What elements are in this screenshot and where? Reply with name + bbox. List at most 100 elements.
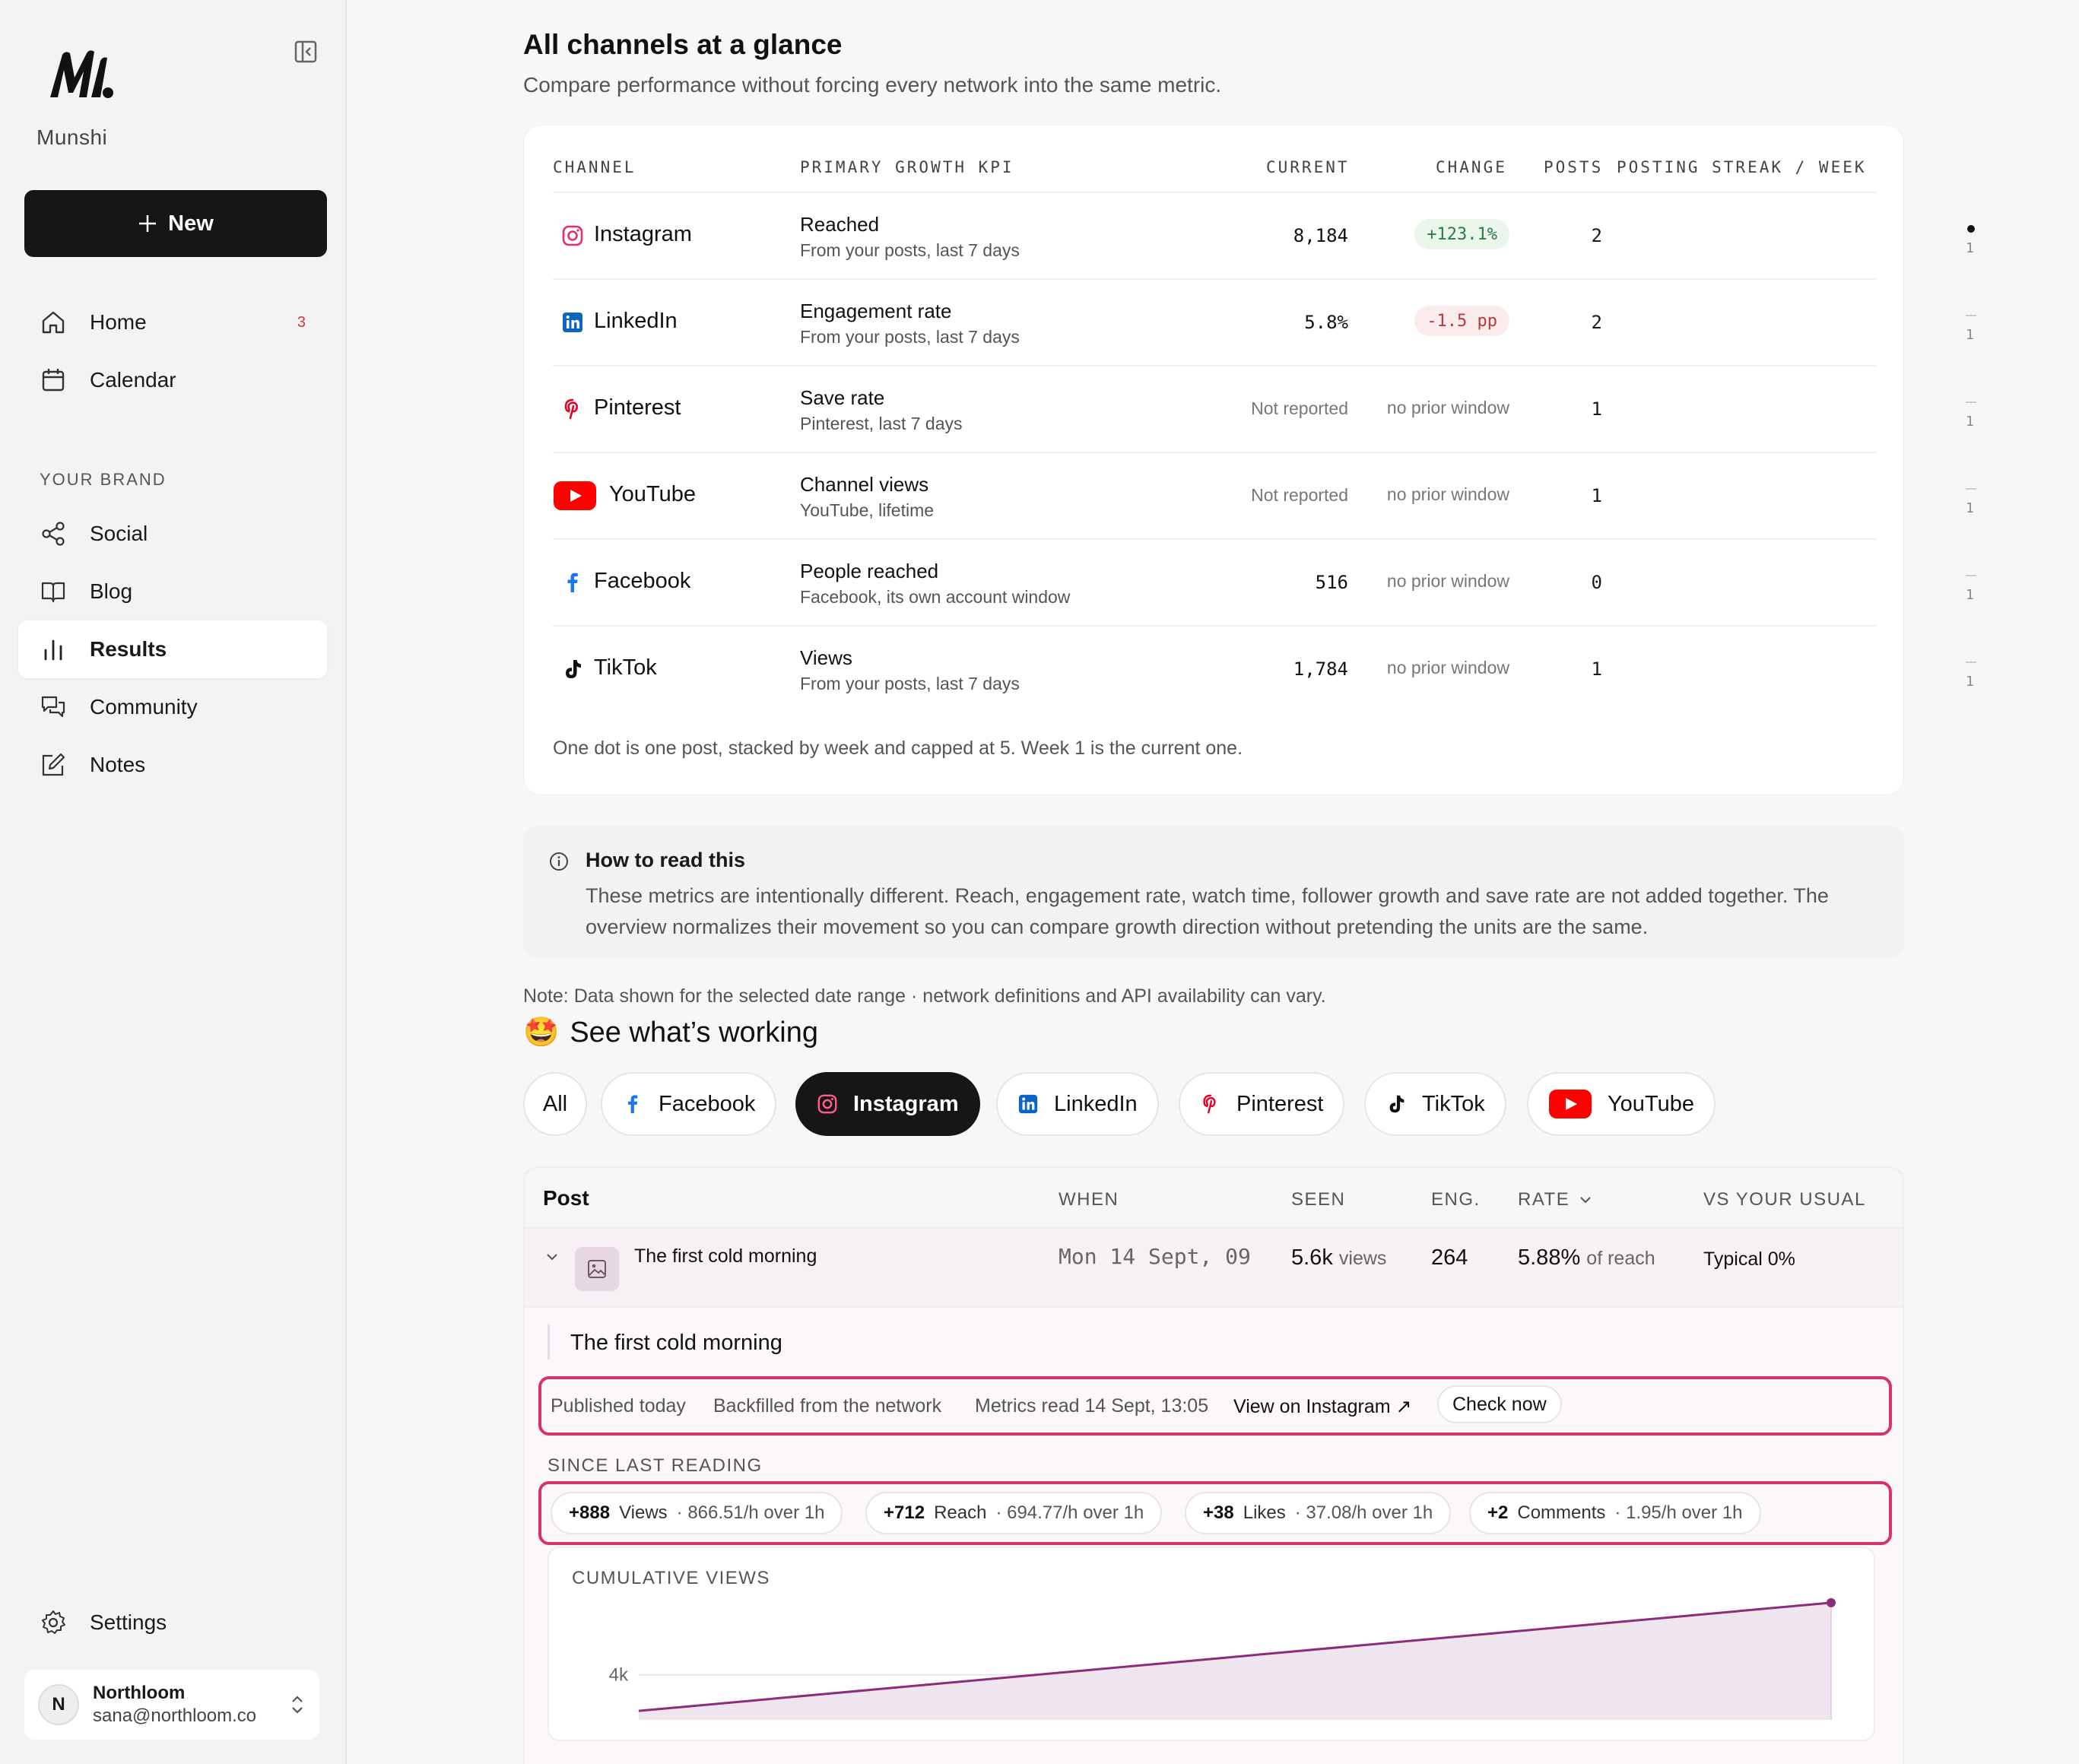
change-badge: no prior window [1386, 484, 1509, 504]
nav-item-label: Community [90, 695, 198, 719]
calendar-icon [42, 369, 65, 392]
streak-week-label: 1 [1966, 587, 1974, 603]
stat-comments: +2 Comments · 1.95/h over 1h [1469, 1492, 1761, 1534]
nav-item-label: Social [90, 522, 148, 545]
meta-backfilled: Backfilled from the network [713, 1395, 942, 1417]
kpi-subtitle: YouTube, lifetime [800, 500, 935, 520]
instagram-icon [562, 225, 583, 246]
account-switcher[interactable]: N Northloom sana@northloom.co [24, 1670, 319, 1740]
stat-views: +888 Views · 866.51/h over 1h [551, 1492, 843, 1534]
channel-row-pinterest[interactable]: Pinterest Save rate Pinterest, last 7 da… [553, 365, 1976, 452]
tiktok-icon [566, 660, 581, 678]
kpi-subtitle: Pinterest, last 7 days [800, 414, 963, 433]
overview-footnote: One dot is one post, stacked by week and… [553, 738, 1243, 759]
col-header-streak: POSTING STREAK / WEEK [1617, 158, 1867, 176]
col-header-channel: CHANNEL [553, 158, 636, 176]
filter-linkedin[interactable]: LinkedIn [996, 1072, 1159, 1136]
kpi-subtitle: From your posts, last 7 days [800, 674, 1020, 693]
filter-label: YouTube [1608, 1091, 1694, 1116]
channel-row-tiktok[interactable]: TikTok Views From your posts, last 7 day… [553, 625, 1976, 712]
munshi-logo[interactable] [47, 47, 116, 102]
col-header-kpi: PRIMARY GROWTH KPI [800, 158, 1014, 176]
post-engagement: 264 [1431, 1245, 1468, 1270]
nav-item-calendar[interactable]: Calendar [18, 351, 327, 409]
nav-item-label: Results [90, 637, 167, 661]
streak-empty-marker [1966, 575, 1976, 576]
post-seen: 5.6k views [1291, 1245, 1386, 1271]
nav-item-home[interactable]: Home 3 [18, 293, 327, 351]
filter-facebook[interactable]: Facebook [601, 1072, 777, 1136]
nav-item-label: Settings [90, 1610, 167, 1634]
filter-label: TikTok [1422, 1091, 1485, 1116]
chevron-down-icon[interactable] [544, 1252, 560, 1262]
col-header-post[interactable]: Post [543, 1186, 589, 1210]
filter-pinterest[interactable]: Pinterest [1179, 1072, 1345, 1136]
since-last-reading-label: SINCE LAST READING [548, 1455, 763, 1476]
streak-empty-marker [1966, 401, 1976, 403]
channel-row-facebook[interactable]: Facebook People reached Facebook, its ow… [553, 538, 1976, 625]
nav-item-label: Calendar [90, 368, 176, 392]
sidebar: Munshi New Home 3 Calendar YOUR BRAND So… [0, 0, 347, 1764]
channel-name: LinkedIn [594, 309, 678, 333]
chat-icon [41, 696, 65, 718]
facebook-icon [627, 1095, 638, 1114]
edit-note-icon [42, 753, 65, 776]
new-button[interactable]: New [24, 190, 327, 257]
post-rate-value: 5.88% [1518, 1245, 1581, 1270]
stat-delta: +38 [1203, 1502, 1234, 1523]
stat-rate: · 694.77/h over 1h [995, 1502, 1144, 1523]
post-rate: 5.88% of reach [1518, 1245, 1655, 1271]
data-point-latest [1827, 1597, 1836, 1607]
detail-accent-bar [548, 1325, 550, 1359]
nav-item-settings[interactable]: Settings [18, 1594, 327, 1651]
col-header-change: CHANGE [1436, 158, 1507, 176]
nav-item-results[interactable]: Results [18, 620, 327, 678]
streak-dot [1967, 225, 1975, 233]
stat-label: Views [619, 1502, 668, 1523]
post-seen-unit: views [1338, 1248, 1387, 1269]
filter-instagram[interactable]: Instagram [795, 1072, 980, 1136]
nav-item-community[interactable]: Community [18, 678, 327, 736]
current-value: 5.8% [1304, 312, 1348, 333]
kpi-name: Reached [800, 213, 880, 236]
filter-all[interactable]: All [523, 1072, 587, 1136]
main-content: All channels at a glance Compare perform… [347, 0, 2079, 1764]
nav-item-social[interactable]: Social [18, 505, 327, 563]
chevron-up-down-icon [292, 1696, 303, 1714]
nav-item-blog[interactable]: Blog [18, 563, 327, 620]
table-row[interactable]: The first cold morning Mon 14 Sept, 09 5… [525, 1229, 1903, 1308]
meta-read-time: Metrics read 14 Sept, 13:05 [975, 1395, 1209, 1417]
channel-row-youtube[interactable]: YouTube Channel views YouTube, lifetime … [553, 452, 1976, 538]
col-header-eng[interactable]: ENG. [1431, 1189, 1481, 1210]
how-to-read-panel: How to read this These metrics are inten… [523, 826, 1904, 958]
posts-count: 1 [1591, 658, 1602, 680]
change-badge: no prior window [1386, 657, 1509, 677]
filter-label: Instagram [853, 1091, 959, 1116]
page-subtitle: Compare performance without forcing ever… [523, 73, 1222, 97]
channel-row-linkedin[interactable]: LinkedIn Engagement rate From your posts… [553, 278, 1976, 365]
post-title[interactable]: The first cold morning [634, 1245, 817, 1267]
col-header-seen[interactable]: SEEN [1291, 1189, 1345, 1210]
filter-tiktok[interactable]: TikTok [1364, 1072, 1506, 1136]
linkedin-icon [1018, 1094, 1038, 1114]
change-badge: no prior window [1386, 397, 1509, 417]
nav-item-notes[interactable]: Notes [18, 736, 327, 794]
post-thumbnail[interactable] [575, 1247, 619, 1291]
home-icon [42, 311, 65, 334]
channel-name: Pinterest [594, 395, 681, 420]
filter-youtube[interactable]: YouTube [1527, 1072, 1716, 1136]
col-header-when[interactable]: WHEN [1059, 1189, 1119, 1210]
account-email: sana@northloom.co [93, 1705, 257, 1726]
kpi-subtitle: From your posts, last 7 days [800, 240, 1020, 260]
channel-row-instagram[interactable]: Instagram Reached From your posts, last … [553, 192, 1975, 278]
filter-label: All [542, 1091, 568, 1116]
cumulative-views-chart: CUMULATIVE VIEWS 4k [548, 1547, 1875, 1741]
view-on-instagram-link[interactable]: View on Instagram ↗ [1233, 1395, 1412, 1418]
check-now-button[interactable]: Check now [1437, 1385, 1562, 1423]
col-header-rate[interactable]: RATE [1518, 1189, 1592, 1210]
avatar: N [38, 1684, 79, 1725]
stat-delta: +2 [1487, 1502, 1509, 1523]
collapse-sidebar-icon[interactable] [294, 40, 318, 64]
change-badge: no prior window [1386, 570, 1509, 591]
col-header-vs-usual[interactable]: VS YOUR USUAL [1703, 1189, 1866, 1210]
